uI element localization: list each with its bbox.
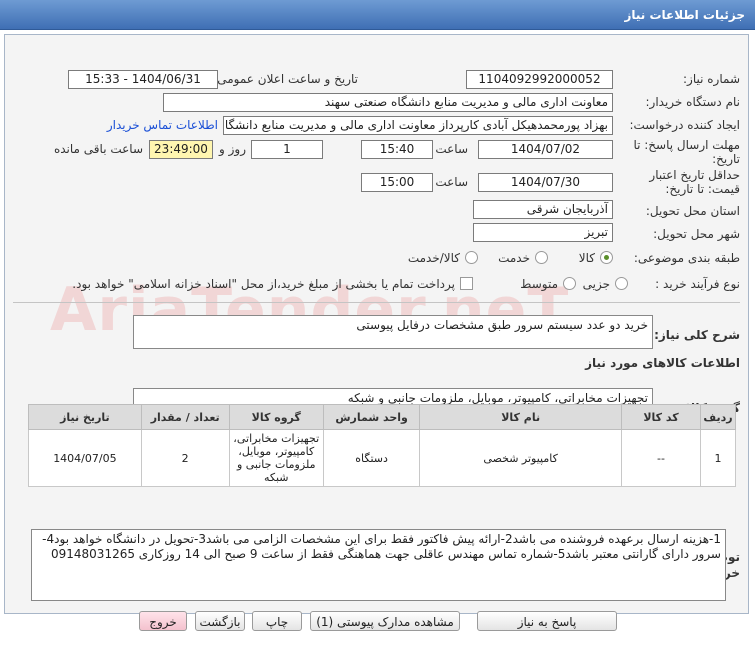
divider	[13, 302, 740, 303]
remaining-time-label: ساعت باقی مانده	[53, 142, 143, 156]
days-label: روز و	[219, 142, 246, 156]
cell-name: کامپیوتر شخصی	[419, 429, 622, 487]
category-radio-service[interactable]	[535, 251, 548, 264]
page-header: جزئیات اطلاعات نیاز	[0, 0, 755, 30]
need-number-field: 1104092992000052	[466, 70, 613, 89]
page-title: جزئیات اطلاعات نیاز	[624, 8, 745, 22]
print-button[interactable]: چاپ	[252, 611, 302, 631]
city-label: شهر محل تحویل:	[653, 227, 740, 241]
process-option-medium: متوسط	[520, 277, 558, 291]
cell-row: 1	[700, 429, 736, 487]
exit-button[interactable]: خروج	[139, 611, 187, 631]
process-radio-medium[interactable]	[563, 277, 576, 290]
days-field: 1	[251, 140, 323, 159]
cell-unit: دستگاه	[322, 429, 421, 487]
summary-textarea: خرید دو عدد سیستم سرور طبق مشخصات درفایل…	[133, 315, 653, 349]
buyer-org-field: معاونت اداری مالی و مدیریت منابع دانشگاه…	[163, 93, 613, 112]
category-option-goods: کالا	[578, 251, 595, 265]
validity-time-label: ساعت	[435, 175, 468, 189]
reply-deadline-label: مهلت ارسال پاسخ: تا تاریخ:	[633, 138, 740, 166]
back-button[interactable]: بازگشت	[195, 611, 245, 631]
table-row: 1 -- کامپیوتر شخصی دستگاه تجهیزات مخابرا…	[28, 429, 736, 487]
city-field: تبریز	[473, 223, 613, 242]
creator-label: ایجاد کننده درخواست:	[629, 118, 740, 132]
goods-section-title: اطلاعات کالاهای مورد نیاز	[585, 356, 740, 370]
category-option-service: خدمت	[498, 251, 530, 265]
reply-time-field: 15:40	[361, 140, 433, 159]
cell-quantity: 2	[140, 429, 230, 487]
province-label: استان محل تحویل:	[645, 204, 740, 218]
cell-group: تجهیزات مخابراتی، کامپیوتر، موبایل، ملزو…	[228, 429, 324, 487]
process-option-minor: جزیی	[582, 277, 610, 291]
buyer-contact-link[interactable]: اطلاعات تماس خریدار	[107, 118, 218, 132]
col-unit: واحد شمارش	[322, 404, 421, 430]
announce-label: تاریخ و ساعت اعلان عمومی:	[213, 72, 358, 86]
summary-label: شرح کلی نیاز:	[654, 328, 740, 342]
validity-date-field: 1404/07/30	[478, 173, 613, 192]
process-label: نوع فرآیند خرید :	[655, 277, 740, 291]
view-attachments-button[interactable]: مشاهده مدارک پیوستی (1)	[310, 611, 460, 631]
announce-field: 1404/06/31 - 15:33	[68, 70, 218, 89]
treasury-payment-checkbox[interactable]	[460, 277, 473, 290]
col-code: کد کالا	[620, 404, 702, 430]
cell-code: --	[620, 429, 702, 487]
validity-label: حداقل تاریخ اعتبار قیمت: تا تاریخ:	[649, 168, 740, 196]
buyer-org-label: نام دستگاه خریدار:	[645, 95, 741, 109]
province-field: آذربایجان شرقی	[473, 200, 613, 219]
reply-button[interactable]: پاسخ به نیاز	[477, 611, 617, 631]
creator-field: بهزاد پورمحمدهیکل آبادی کارپرداز معاونت …	[223, 116, 613, 135]
details-panel: AriaTender.neT شماره نیاز: 1104092992000…	[4, 34, 749, 614]
cell-date: 1404/07/05	[28, 429, 142, 487]
notes-textarea: 1-هزینه ارسال برعهده فروشنده می باشد2-ار…	[31, 529, 726, 601]
category-radio-goods-service[interactable]	[465, 251, 478, 264]
category-radio-goods[interactable]	[600, 251, 613, 264]
remaining-time-field: 23:49:00	[149, 140, 213, 159]
process-radio-minor[interactable]	[615, 277, 628, 290]
category-label: طبقه بندی موضوعی:	[633, 251, 740, 265]
col-group: گروه کالا	[228, 404, 324, 430]
reply-time-label: ساعت	[435, 142, 468, 156]
validity-time-field: 15:00	[361, 173, 433, 192]
items-table: ردیف کد کالا نام کالا واحد شمارش گروه کا…	[28, 404, 736, 487]
col-quantity: تعداد / مقدار	[140, 404, 230, 430]
col-row: ردیف	[700, 404, 736, 430]
col-name: نام کالا	[419, 404, 622, 430]
category-option-goods-service: کالا/خدمت	[407, 251, 460, 265]
reply-date-field: 1404/07/02	[478, 140, 613, 159]
col-date: تاریخ نیاز	[28, 404, 142, 430]
need-number-label: شماره نیاز:	[683, 72, 740, 86]
treasury-payment-note: پرداخت تمام یا بخشی از مبلغ خرید،از محل …	[72, 277, 455, 291]
items-table-header: ردیف کد کالا نام کالا واحد شمارش گروه کا…	[28, 404, 736, 430]
